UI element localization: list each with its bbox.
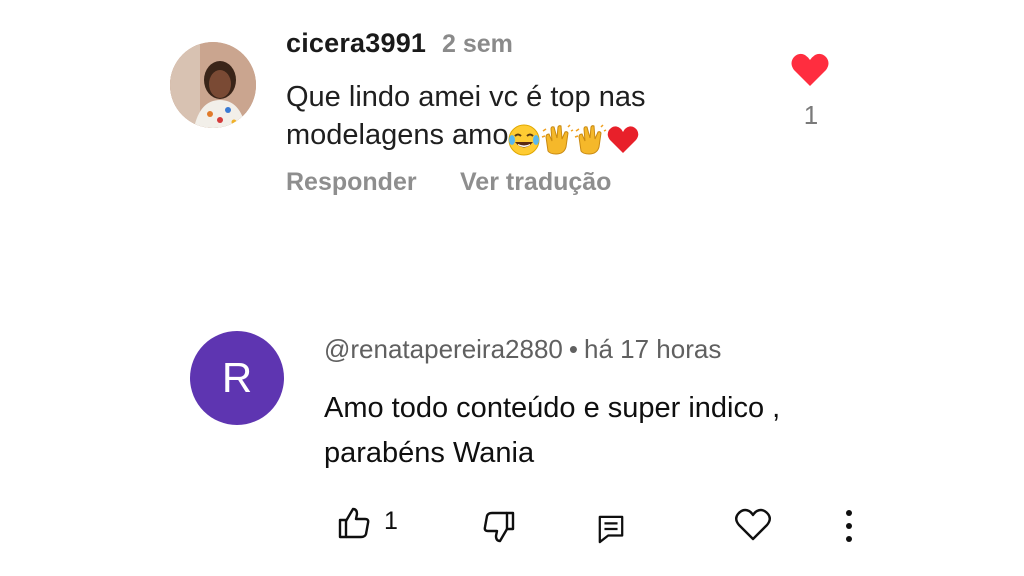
red-heart-emoji bbox=[608, 126, 639, 154]
like-count: 1 bbox=[384, 506, 398, 535]
heart-button[interactable] bbox=[734, 508, 772, 542]
comment-text: Que lindo amei vc é top nas modelagens a… bbox=[286, 78, 756, 158]
more-options-button[interactable] bbox=[841, 508, 857, 544]
comment-meta: @renatapereira2880 • há 17 horas bbox=[324, 334, 721, 365]
thumbs-up-icon bbox=[338, 507, 370, 539]
comment-timestamp: há 17 horas bbox=[584, 334, 722, 364]
reply-icon bbox=[598, 515, 624, 544]
comments-page: cicera3991 2 sem Que lindo amei vc é top… bbox=[0, 0, 1024, 576]
comment-author[interactable]: cicera3991 bbox=[286, 28, 426, 59]
emoji-group bbox=[508, 120, 640, 158]
comment-author[interactable]: @renatapereira2880 bbox=[324, 334, 563, 364]
reply-button[interactable] bbox=[597, 514, 625, 544]
more-vertical-icon bbox=[846, 510, 852, 542]
heart-count: 1 bbox=[803, 100, 819, 130]
comment-text-line2: parabéns Wania bbox=[324, 437, 535, 469]
comment-text-line2: modelagens amo bbox=[286, 119, 509, 151]
translate-button[interactable]: Ver tradução bbox=[460, 168, 611, 197]
comment-text-line1: Amo todo conteúdo e super indico , bbox=[324, 392, 781, 424]
face-with-tears-of-joy-emoji bbox=[508, 124, 540, 156]
thumbs-down-icon bbox=[483, 511, 515, 543]
heart-outline-icon bbox=[735, 508, 771, 541]
avatar-photo bbox=[170, 42, 256, 128]
reply-button[interactable]: Responder bbox=[286, 168, 417, 197]
heart-icon[interactable] bbox=[790, 52, 830, 88]
like-button[interactable]: 1 bbox=[337, 506, 398, 540]
clapping-hands-emoji bbox=[542, 124, 574, 155]
avatar[interactable] bbox=[170, 42, 256, 128]
comment-timestamp: 2 sem bbox=[442, 30, 513, 58]
separator-dot: • bbox=[568, 334, 578, 364]
comment-text: Amo todo conteúdo e super indico , parab… bbox=[324, 386, 884, 476]
comment-text-line1: Que lindo amei vc é top nas bbox=[286, 81, 646, 113]
comment-cicera: cicera3991 2 sem Que lindo amei vc é top… bbox=[0, 0, 1024, 230]
dislike-button[interactable] bbox=[482, 510, 516, 544]
clapping-hands-emoji bbox=[575, 124, 607, 155]
avatar[interactable]: R bbox=[190, 331, 284, 425]
